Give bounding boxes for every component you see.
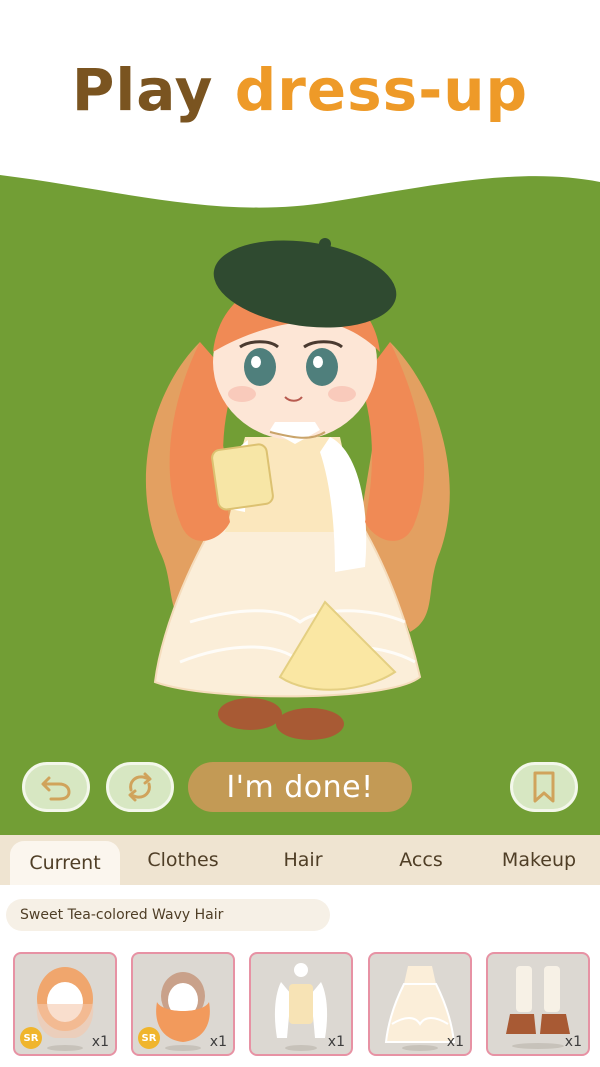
done-button[interactable]: I'm done!	[188, 762, 412, 812]
item-quantity: x1	[91, 1034, 109, 1050]
title-word-play: Play	[71, 56, 214, 124]
tab-makeup[interactable]: Makeup	[480, 835, 598, 885]
item-quantity: x1	[564, 1034, 582, 1050]
left-eye	[244, 348, 276, 386]
title-word-dress-up: dress-up	[234, 56, 529, 124]
undo-arrow-icon	[41, 776, 71, 801]
item-card[interactable]: SR x1	[13, 952, 117, 1056]
category-tabs: Current Clothes Hair Accs Makeup	[0, 835, 600, 885]
page-title: Play dress-up	[0, 56, 600, 124]
item-quantity: x1	[327, 1034, 345, 1050]
item-card[interactable]: SR x1	[131, 952, 235, 1056]
item-card[interactable]: x1	[368, 952, 472, 1056]
shuffle-button[interactable]	[106, 762, 174, 812]
tab-accs[interactable]: Accs	[362, 835, 480, 885]
item-card[interactable]: x1	[249, 952, 353, 1056]
item-card[interactable]: x1	[486, 952, 590, 1056]
tab-hair[interactable]: Hair	[244, 835, 362, 885]
item-quantity: x1	[209, 1034, 227, 1050]
undo-button[interactable]	[22, 762, 90, 812]
tab-clothes[interactable]: Clothes	[124, 835, 242, 885]
tab-current[interactable]: Current	[10, 841, 120, 885]
doll-character[interactable]	[120, 222, 480, 752]
item-quantity: x1	[446, 1034, 464, 1050]
selected-item-name: Sweet Tea-colored Wavy Hair	[6, 899, 330, 931]
rarity-badge: SR	[138, 1027, 160, 1049]
left-boot	[218, 698, 282, 730]
bookmark-icon	[533, 771, 555, 803]
item-panel: Sweet Tea-colored Wavy Hair SR x1 SR x1 …	[0, 885, 600, 1067]
right-eye	[306, 348, 338, 386]
rarity-badge: SR	[20, 1027, 42, 1049]
right-boot	[276, 708, 344, 740]
bookmark-button[interactable]	[510, 762, 578, 812]
shuffle-arrows-icon	[128, 772, 152, 802]
satchel-bag	[211, 443, 274, 511]
